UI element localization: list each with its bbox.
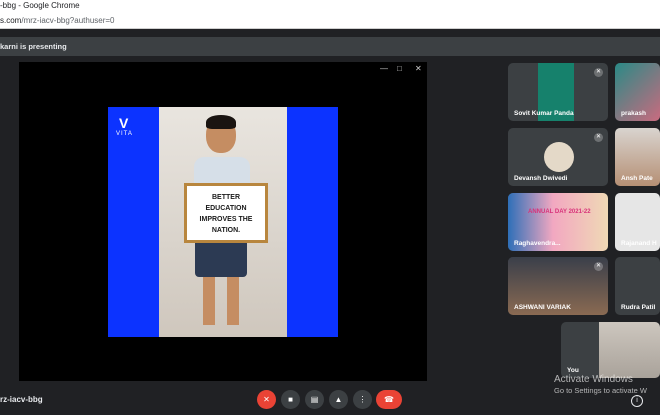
- self-video: [599, 322, 660, 378]
- mic-off-icon: ✕: [594, 133, 603, 142]
- more-options-icon[interactable]: ⋮: [353, 390, 372, 409]
- participant-tile[interactable]: prakash: [615, 63, 660, 121]
- participant-avatar: [544, 142, 574, 172]
- vita-logo: V VITA: [116, 115, 136, 141]
- url-text[interactable]: s.com/mrz-iacv-bbg?authuser=0: [0, 16, 115, 25]
- participant-tile[interactable]: ✕ Sovit Kumar Panda: [508, 63, 608, 121]
- captions-icon[interactable]: ▤: [305, 390, 324, 409]
- vita-logo-text: VITA: [116, 131, 133, 137]
- vita-logo-mark-icon: V: [119, 115, 129, 131]
- sign-line: IMPROVES THE: [199, 216, 253, 223]
- participant-name: Ansh Pate: [621, 175, 653, 182]
- presenting-label: karni is presenting: [0, 42, 67, 51]
- info-icon[interactable]: i: [631, 395, 643, 407]
- close-icon[interactable]: ✕: [415, 65, 422, 73]
- participant-name: Rajanand H: [621, 240, 657, 247]
- presentation-stage: — □ ✕ V VITA BETTER EDUCATION IMPROVES T…: [19, 62, 427, 381]
- participant-tile[interactable]: Rudra Patil: [615, 257, 660, 315]
- meeting-code: rz-iacv-bbg: [0, 395, 43, 404]
- url-path: /mrz-iacv-bbg?authuser=0: [21, 16, 115, 25]
- watermark-line1: Activate Windows: [554, 374, 633, 385]
- hang-up-icon[interactable]: ☎: [376, 390, 402, 409]
- sign-line: NATION.: [211, 227, 241, 234]
- photo-leg-left: [203, 275, 215, 325]
- participant-overlay-text: ANNUAL DAY 2021-22: [528, 209, 591, 215]
- participant-name: Raghavendra...: [514, 240, 561, 247]
- photo-shorts: [195, 239, 247, 277]
- slogan-sign: BETTER EDUCATION IMPROVES THE NATION.: [184, 183, 268, 243]
- url-host: s.com: [0, 16, 22, 25]
- presenting-banner: karni is presenting: [0, 37, 660, 56]
- address-bar[interactable]: s.com/mrz-iacv-bbg?authuser=0: [0, 13, 660, 29]
- participant-tile[interactable]: ✕ ASHWANI VARIAK: [508, 257, 608, 315]
- sign-line: EDUCATION: [205, 205, 247, 212]
- window-title: -bbg - Google Chrome: [0, 1, 80, 10]
- participant-name: prakash: [621, 110, 646, 117]
- self-view-tile[interactable]: You: [561, 322, 660, 378]
- browser-title-bar: -bbg - Google Chrome: [0, 0, 660, 13]
- photo-leg-right: [227, 275, 239, 325]
- self-name: You: [567, 367, 579, 374]
- participant-name: Sovit Kumar Panda: [514, 110, 574, 117]
- mic-off-icon: ✕: [594, 262, 603, 271]
- participant-tile[interactable]: Rajanand H: [615, 193, 660, 251]
- participant-name: Rudra Patil: [621, 304, 656, 311]
- taskbar: [0, 415, 660, 420]
- present-screen-icon[interactable]: ▲: [329, 390, 348, 409]
- mic-off-icon: ✕: [594, 68, 603, 77]
- maximize-icon[interactable]: □: [397, 65, 402, 73]
- participant-name: ASHWANI VARIAK: [514, 304, 571, 311]
- minimize-icon[interactable]: —: [380, 65, 388, 73]
- participant-name: Devansh Dwivedi: [514, 175, 568, 182]
- activate-windows-watermark: Activate Windows Go to Settings to activ…: [554, 374, 647, 395]
- camera-icon[interactable]: ■: [281, 390, 300, 409]
- participant-tile[interactable]: ANNUAL DAY 2021-22 Raghavendra...: [508, 193, 608, 251]
- participant-tile[interactable]: ✕ Devansh Dwivedi: [508, 128, 608, 186]
- watermark-line2: Go to Settings to activate W: [554, 386, 647, 395]
- photo-hair: [206, 115, 236, 129]
- mic-off-icon[interactable]: ✕: [257, 390, 276, 409]
- participant-tile[interactable]: Ansh Pate: [615, 128, 660, 186]
- sign-line: BETTER: [212, 194, 240, 201]
- presented-slide: V VITA BETTER EDUCATION IMPROVES THE NAT…: [108, 107, 338, 337]
- slide-photo: BETTER EDUCATION IMPROVES THE NATION.: [159, 107, 287, 337]
